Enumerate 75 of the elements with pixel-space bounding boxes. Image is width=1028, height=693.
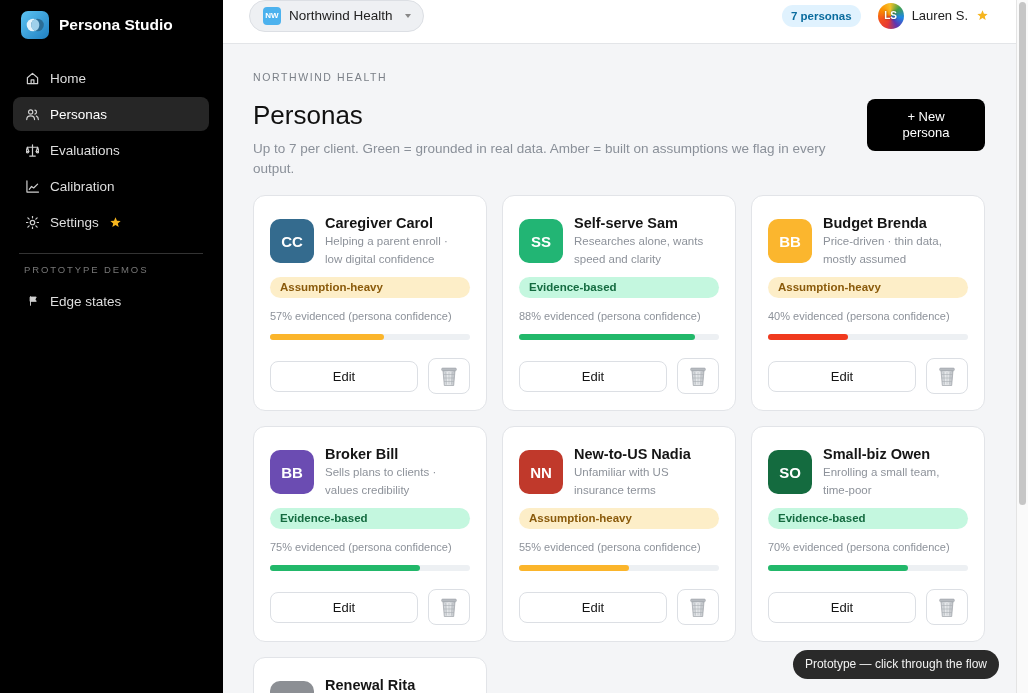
evidence-badge: Assumption-heavy	[768, 277, 968, 298]
persona-description: Enrolling a small team, time-poor	[823, 465, 941, 498]
edit-button[interactable]: Edit	[768, 360, 916, 392]
client-label: NORTHWIND HEALTH	[253, 71, 389, 83]
confidence-label: 40% evidenced (persona confidence)	[768, 309, 951, 324]
home-icon	[26, 71, 39, 85]
persona-avatar: BB	[270, 450, 314, 494]
persona-name: Caregiver Carol	[325, 214, 434, 232]
delete-button[interactable]	[677, 358, 719, 394]
user-name: Lauren S.	[911, 8, 968, 23]
persona-name: New-to-US Nadia	[574, 445, 692, 463]
persona-count-badge: 7 personas	[781, 4, 861, 27]
section-heading: PROTOTYPE DEMOS	[23, 264, 150, 276]
persona-avatar: SS	[519, 219, 563, 263]
nav-item[interactable]: Settings	[13, 205, 209, 239]
confidence-label: 88% evidenced (persona confidence)	[519, 309, 702, 324]
persona-description: Price-driven · thin data, mostly assumed	[823, 234, 943, 267]
balance-scale-icon	[26, 143, 39, 157]
persona-name: Renewal Rita	[325, 676, 417, 693]
sun-icon	[26, 215, 39, 229]
edit-button[interactable]: Edit	[519, 591, 667, 623]
trash-icon	[939, 366, 955, 386]
trash-icon	[939, 597, 955, 617]
line-chart-icon	[26, 179, 39, 193]
evidence-badge: Evidence-based	[270, 508, 470, 529]
persona-avatar: BB	[768, 219, 812, 263]
delete-button[interactable]	[926, 358, 968, 394]
caret-icon	[404, 13, 411, 18]
persona-avatar: SO	[768, 450, 812, 494]
flag-icon	[27, 296, 38, 306]
page-description: Up to 7 per client. Green = grounded in real data. Amber = built on assumptions we flag in every output.	[253, 140, 827, 178]
edit-button[interactable]: Edit	[270, 360, 418, 392]
confidence-label: 57% evidenced (persona confidence)	[270, 309, 453, 324]
trash-icon	[441, 597, 457, 617]
persona-description: Sells plans to clients · values credibility	[325, 465, 438, 498]
evidence-badge: Evidence-based	[519, 277, 719, 298]
new-persona-button[interactable]: + New persona	[867, 99, 985, 151]
edit-button[interactable]: Edit	[270, 591, 418, 623]
confidence-label: 70% evidenced (persona confidence)	[768, 540, 951, 555]
persona-description: Helping a parent enroll · low digital confidence	[325, 234, 449, 267]
delete-button[interactable]	[677, 589, 719, 625]
persona-name: Small-biz Owen	[823, 445, 932, 463]
delete-button[interactable]	[428, 589, 470, 625]
persona-description: Unfamiliar with US insurance terms	[574, 465, 670, 498]
nav-item[interactable]: Evaluations	[13, 133, 209, 167]
nav-item[interactable]: Calibration	[13, 169, 209, 203]
evidence-badge: Evidence-based	[768, 508, 968, 529]
nav-item[interactable]: Home	[13, 61, 209, 95]
client-logo: NW	[263, 6, 281, 25]
people-icon	[26, 107, 39, 121]
evidence-badge: Assumption-heavy	[270, 277, 470, 298]
page-title: Personas	[253, 99, 364, 131]
edit-button[interactable]: Edit	[768, 591, 916, 623]
persona-name: Broker Bill	[325, 445, 400, 463]
trash-icon	[690, 366, 706, 386]
app-logo-icon	[21, 11, 49, 39]
client-selector[interactable]: NW Northwind Health	[249, 0, 424, 32]
persona-name: Budget Brenda	[823, 214, 928, 232]
persona-avatar: CC	[270, 219, 314, 263]
evidence-badge: Assumption-heavy	[519, 508, 719, 529]
nav-item[interactable]: Personas	[13, 97, 209, 131]
toast-message: Prototype — click through the flow	[792, 650, 999, 679]
confidence-label: 55% evidenced (persona confidence)	[519, 540, 702, 555]
trash-icon	[690, 597, 706, 617]
edit-button[interactable]: Edit	[519, 360, 667, 392]
confidence-label: 75% evidenced (persona confidence)	[270, 540, 453, 555]
delete-button[interactable]	[428, 358, 470, 394]
persona-avatar: NN	[519, 450, 563, 494]
persona-name: Self-serve Sam	[574, 214, 679, 232]
nav-item[interactable]: Edge states	[13, 284, 209, 318]
trash-icon	[441, 366, 457, 386]
scrollbar-thumb[interactable]	[1019, 2, 1026, 505]
delete-button[interactable]	[926, 589, 968, 625]
app-title: Persona Studio	[59, 16, 173, 34]
persona-description: Researches alone, wants speed and clarity	[574, 234, 705, 267]
